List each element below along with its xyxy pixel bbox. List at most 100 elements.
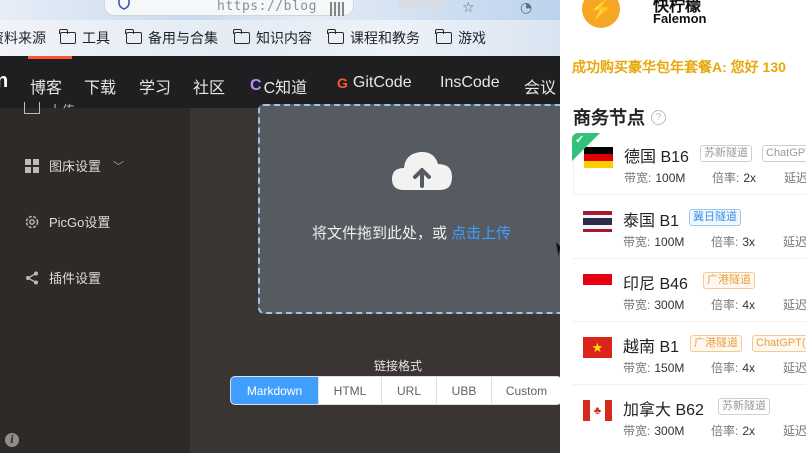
bookmark-folder[interactable]: 工具 bbox=[59, 28, 110, 48]
node-bandwidth: 带宽: 150M bbox=[623, 359, 684, 376]
format-option-html[interactable]: HTML bbox=[318, 377, 381, 404]
rate-value: 2x bbox=[742, 424, 756, 438]
help-icon[interactable]: ? bbox=[651, 109, 666, 125]
bookmark-folder[interactable]: 课程和教务 bbox=[327, 28, 420, 48]
node-name: 印尼 B46 bbox=[623, 276, 688, 293]
bandwidth-value: 300M bbox=[654, 298, 685, 312]
node-tag: 苏新隧道 bbox=[700, 145, 752, 162]
folder-icon bbox=[327, 29, 344, 44]
section-title: 商务节点 ? bbox=[573, 104, 666, 130]
bandwidth-label: 带宽: bbox=[623, 298, 651, 312]
bookmark-folder[interactable]: 知识内容 bbox=[233, 28, 312, 48]
folder-icon bbox=[125, 29, 142, 44]
nav-item-learn[interactable]: 学习 bbox=[139, 74, 171, 98]
node-card[interactable]: ♣ 加拿大 B62 苏新隧道 带宽: 300M 倍率: 2x 延迟 bbox=[573, 386, 806, 448]
node-tag: ChatGPT( bbox=[752, 335, 806, 352]
nav-item-gitcode[interactable]: G GitCode bbox=[337, 74, 412, 92]
bandwidth-label: 带宽: bbox=[623, 235, 651, 249]
gitcode-logo-icon: G bbox=[337, 75, 348, 91]
node-bandwidth: 带宽: 300M bbox=[623, 296, 684, 313]
format-option-url[interactable]: URL bbox=[381, 377, 436, 404]
bookmark-item[interactable]: 资料来源 bbox=[0, 28, 46, 48]
bookmarks-bar: 资料来源 工具 备用与合集 知识内容 课程和教务 游戏 bbox=[0, 20, 560, 56]
sidebar-item-plugins[interactable]: 插件设置 bbox=[24, 268, 101, 287]
node-latency: 延迟 bbox=[783, 424, 806, 438]
rate-label: 倍率: bbox=[711, 298, 739, 312]
settings-sidebar: 上传 图床设置 ﹀ PicGo设置 插件设置 i bbox=[0, 102, 190, 453]
shield-icon bbox=[118, 0, 130, 10]
cloud-upload-icon bbox=[392, 151, 452, 190]
node-latency: 延迟 bbox=[783, 235, 806, 249]
rate-value: 4x bbox=[742, 361, 756, 375]
nav-item-meeting[interactable]: 会议 bbox=[524, 74, 556, 98]
node-card[interactable]: ★ 越南 B1 广港隧道 ChatGPT( 带宽: 150M 倍率: 4x 延迟 bbox=[573, 323, 806, 385]
qr-icon[interactable] bbox=[330, 2, 344, 16]
node-rate: 倍率: 4x bbox=[711, 359, 755, 376]
node-tag: ChatGPT bbox=[762, 145, 806, 162]
info-icon[interactable]: i bbox=[5, 433, 19, 447]
bookmark-label: 资料来源 bbox=[0, 30, 46, 46]
bandwidth-value: 300M bbox=[654, 424, 685, 438]
node-rate: 倍率: 4x bbox=[711, 296, 755, 313]
dropzone-instruction: 将文件拖到此处，或 bbox=[312, 225, 452, 242]
bookmark-folder[interactable]: 游戏 bbox=[435, 28, 486, 48]
node-card[interactable]: 泰国 B1 冀日隧道 带宽: 100M 倍率: 3x 延迟 bbox=[573, 197, 806, 259]
node-tag: 广港隧道 bbox=[703, 272, 755, 289]
cknow-logo-icon: C bbox=[250, 77, 262, 94]
star-icon[interactable]: ☆ bbox=[462, 0, 475, 16]
flag-canada-icon: ♣ bbox=[583, 400, 612, 421]
nav-item-download[interactable]: 下载 bbox=[84, 74, 116, 98]
node-bandwidth: 带宽: 300M bbox=[623, 422, 684, 439]
bookmark-label: 工具 bbox=[82, 30, 110, 46]
nav-item-cknow[interactable]: C C知道 bbox=[250, 74, 307, 98]
click-upload-link[interactable]: 点击上传 bbox=[451, 225, 511, 242]
profile-icon[interactable]: ◔ bbox=[520, 0, 532, 16]
lightning-logo-icon: ⚡ bbox=[582, 0, 620, 28]
vpn-ad-panel: ⚡ 快柠檬 Falemon 成功购买豪华包年套餐A: 您好 130 商务节点 ?… bbox=[560, 0, 806, 453]
node-tag: 冀日隧道 bbox=[689, 209, 741, 226]
node-bandwidth: 带宽: 100M bbox=[623, 233, 684, 250]
nav-item-blog[interactable]: 博客 bbox=[30, 74, 62, 98]
rate-label: 倍率: bbox=[711, 235, 739, 249]
folder-icon bbox=[59, 29, 76, 44]
bandwidth-value: 100M bbox=[654, 235, 685, 249]
node-name: 越南 B1 bbox=[623, 339, 680, 356]
bookmark-label: 备用与合集 bbox=[148, 30, 218, 46]
sidebar-item-label: 图床设置 bbox=[49, 159, 102, 174]
extension-pill[interactable] bbox=[398, 0, 444, 8]
folder-icon bbox=[435, 29, 452, 44]
bandwidth-label: 带宽: bbox=[623, 424, 651, 438]
format-option-markdown[interactable]: Markdown bbox=[231, 377, 318, 404]
sidebar-item-upload-partial[interactable]: 上传 bbox=[49, 100, 77, 108]
node-card[interactable]: 印尼 B46 广港隧道 带宽: 300M 倍率: 4x 延迟 bbox=[573, 260, 806, 322]
check-icon: ✓ bbox=[575, 134, 585, 146]
share-icon bbox=[24, 270, 40, 286]
bandwidth-value: 100M bbox=[655, 171, 686, 185]
address-bar[interactable]: https://blog bbox=[104, 0, 354, 16]
rate-label: 倍率: bbox=[712, 171, 740, 185]
node-tag: 广港隧道 bbox=[690, 335, 742, 352]
node-card[interactable]: 德国 B16 苏新隧道 ChatGPT 带宽:100M 倍率:2x 延迟 bbox=[573, 133, 806, 195]
site-nav: n 博客 下载 学习 社区 C C知道 G GitCode InsCode 会议 bbox=[0, 56, 560, 108]
site-logo[interactable]: n bbox=[0, 70, 8, 93]
rate-label: 倍率: bbox=[711, 361, 739, 375]
bandwidth-label: 带宽: bbox=[624, 171, 652, 185]
nav-item-inscode[interactable]: InsCode bbox=[440, 74, 500, 92]
bandwidth-value: 150M bbox=[654, 361, 685, 375]
format-option-custom[interactable]: Custom bbox=[491, 377, 561, 404]
chevron-down-icon: ﹀ bbox=[113, 160, 125, 173]
brand-name-en: Falemon bbox=[653, 11, 707, 26]
nav-active-indicator bbox=[28, 56, 72, 59]
node-name: 加拿大 B62 bbox=[623, 402, 704, 419]
format-option-ubb[interactable]: UBB bbox=[436, 377, 491, 404]
node-tag: 苏新隧道 bbox=[718, 398, 770, 415]
sidebar-item-picgo[interactable]: PicGo设置 bbox=[24, 212, 110, 231]
grid-icon bbox=[24, 158, 40, 174]
sidebar-item-image-hosting[interactable]: 图床设置 ﹀ bbox=[24, 156, 124, 175]
rate-value: 3x bbox=[742, 235, 756, 249]
nav-item-community[interactable]: 社区 bbox=[193, 74, 225, 98]
upload-icon bbox=[24, 102, 40, 114]
dropzone-text: 将文件拖到此处，或 点击上传 bbox=[312, 222, 511, 243]
upload-dropzone[interactable]: 将文件拖到此处，或 点击上传 bbox=[258, 104, 578, 314]
bookmark-folder[interactable]: 备用与合集 bbox=[125, 28, 218, 48]
